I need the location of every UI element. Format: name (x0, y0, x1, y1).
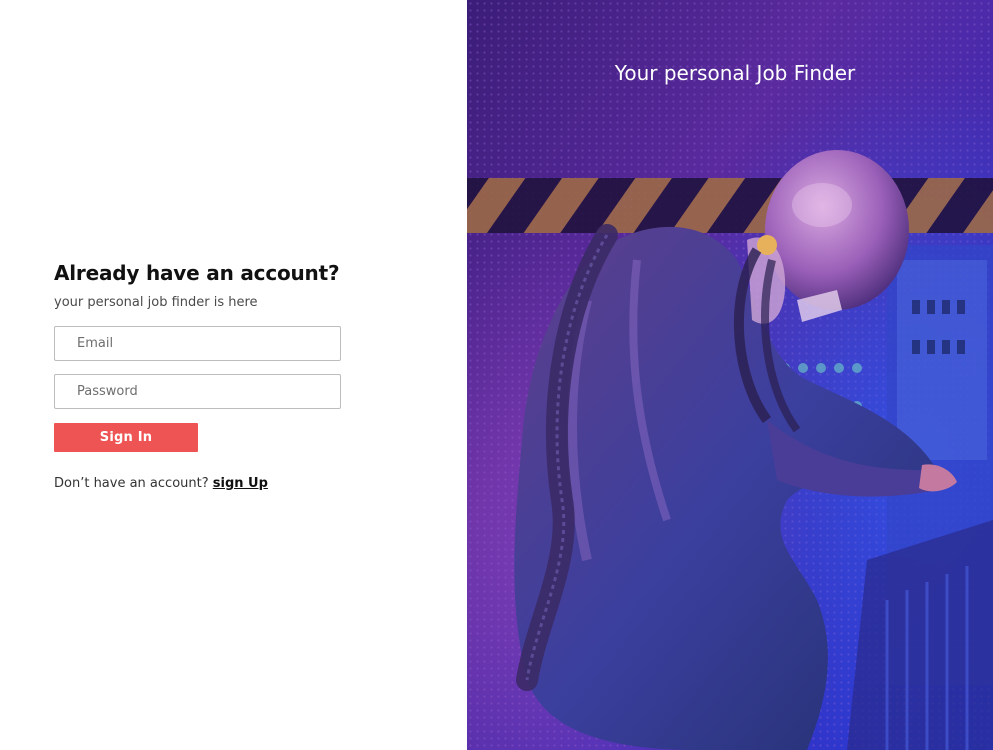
signup-prompt-text: Don’t have an account? (54, 476, 209, 491)
signup-link[interactable]: sign Up (213, 476, 268, 491)
login-panel: Already have an account? your personal j… (0, 0, 467, 750)
login-subheading: your personal job finder is here (54, 295, 258, 310)
login-form: Already have an account? your personal j… (54, 259, 354, 493)
hero-tagline: Your personal Job Finder (614, 61, 856, 85)
password-field[interactable] (54, 374, 341, 409)
email-field[interactable] (54, 326, 341, 361)
login-heading: Already have an account? (54, 261, 340, 285)
sign-in-button[interactable]: Sign In (54, 423, 198, 452)
signup-prompt-line: Don’t have an account? sign Up (54, 475, 354, 493)
hero-panel: Your personal Job Finder (467, 0, 993, 750)
astronaut-photo (467, 0, 993, 750)
